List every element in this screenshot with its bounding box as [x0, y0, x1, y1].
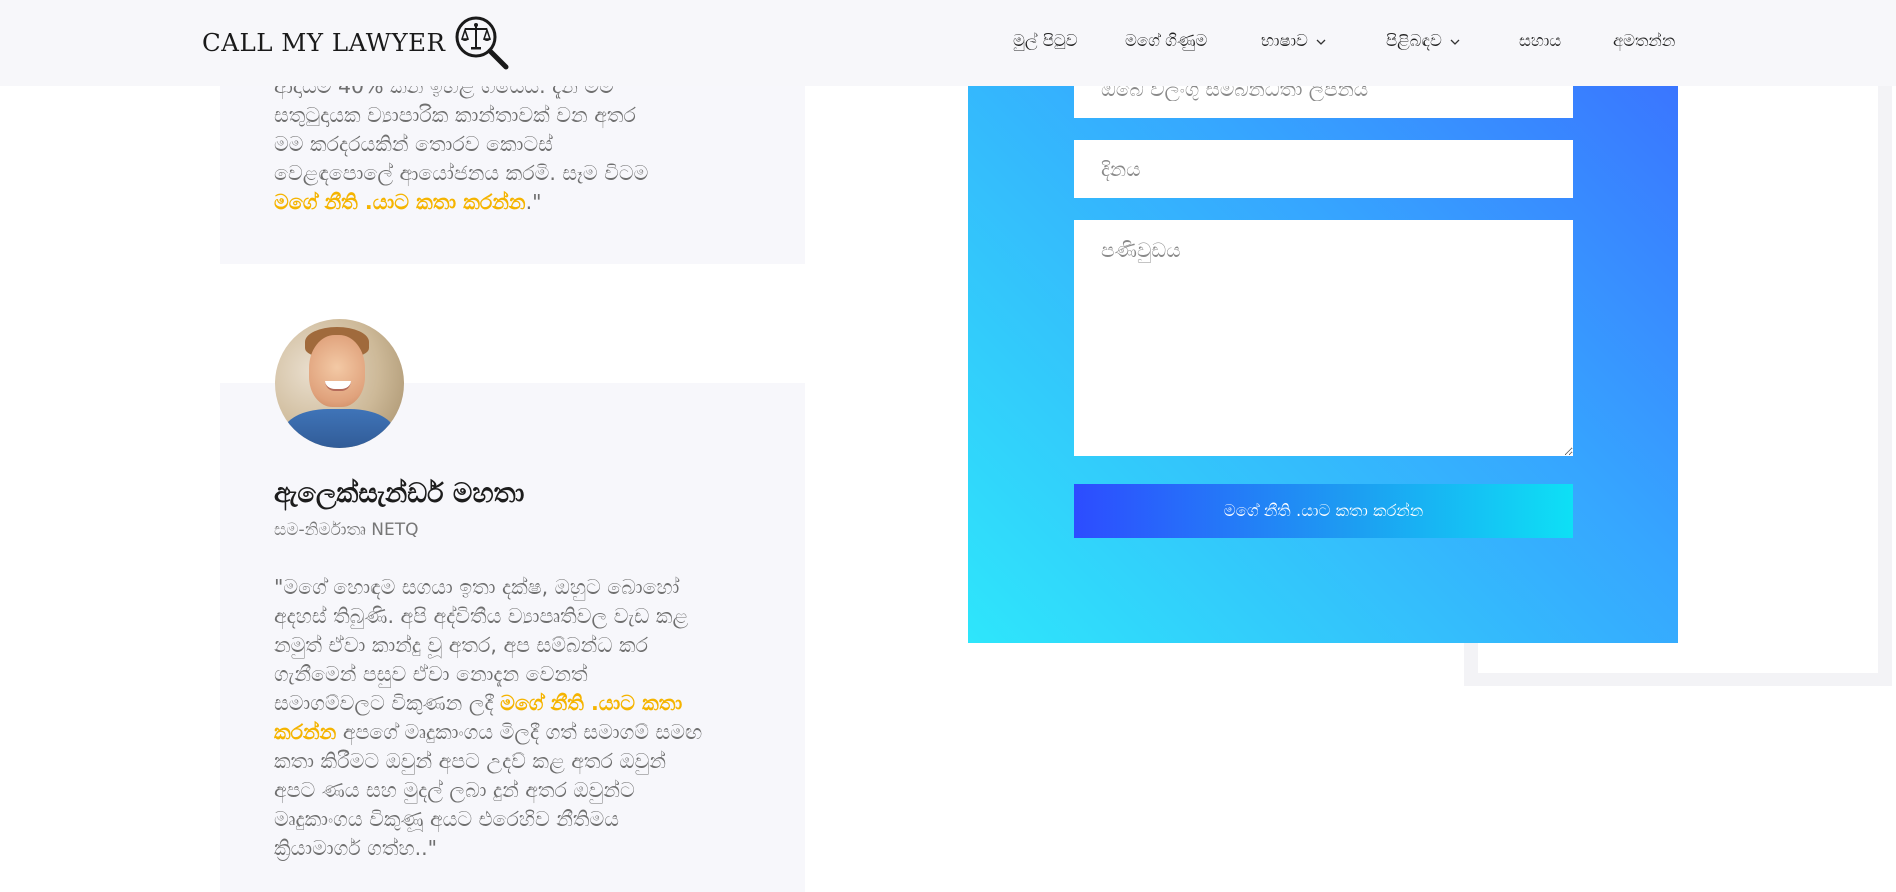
testimonial-text: "මගේ හොඳම සගයා ඉතා දක්ෂ, ඔහුට බොහෝ අදහස්…: [274, 573, 704, 863]
chevron-down-icon: [1450, 39, 1460, 45]
talk-to-lawyer-link[interactable]: මගේ නීති .යාට කතා කරන්න: [274, 190, 526, 214]
testimonial-line: මම කරදරයකින් තොරව කොටස්: [274, 132, 553, 156]
site-header: CALL MY LAWYER මුල් පිටුව මගේ ගිණුම භාෂා…: [0, 0, 1896, 86]
page: ආදායම 40% කින් ඉහළ ගියේය. දැන් මම සතුටුද…: [0, 0, 1896, 892]
chevron-down-icon: [1316, 39, 1326, 45]
testimonial-line: සතුටුදායක ව්‍යාපාරික කාන්තාවක් වන අතර: [274, 103, 636, 127]
testimonial-line-last: මගේ නීති .යාට කතා කරන්න.": [274, 188, 704, 217]
testimonial-text: ආදායම 40% කින් ඉහළ ගියේය. දැන් මම සතුටුද…: [274, 72, 704, 217]
submit-button[interactable]: මගේ නීති .යාට කතා කරන්න: [1074, 484, 1573, 538]
nav-label: මගේ ගිණුම: [1125, 31, 1208, 50]
nav-label: අමතන්න: [1613, 31, 1676, 50]
nav-label: සහාය: [1519, 31, 1562, 50]
quote-text-end: අපගේ මෘදුකාංගය මිලදී ගත් සමාගම් සමඟ කතා …: [274, 720, 703, 860]
testimonial-author-name: ඇලෙක්සැන්ඩර් මහතා: [274, 478, 525, 509]
message-textarea[interactable]: [1074, 220, 1573, 456]
nav-item-language[interactable]: භාෂාව: [1261, 31, 1326, 51]
testimonial-line: වෙළඳපොලේ ආයෝජනය කරමි. සෑම විටම: [274, 161, 649, 185]
date-input[interactable]: [1074, 140, 1573, 198]
nav-label: මුල් පිටුව: [1013, 31, 1078, 50]
nav-label: භාෂාව: [1261, 31, 1308, 50]
nav-item-about[interactable]: පිළිබඳව: [1386, 31, 1460, 51]
avatar: [275, 319, 404, 448]
nav-label: පිළිබඳව: [1386, 31, 1442, 50]
nav-item-contact[interactable]: අමතන්න: [1613, 31, 1675, 51]
quote-end: .": [525, 190, 542, 214]
nav-item-my-account[interactable]: මගේ ගිණුම: [1125, 31, 1207, 51]
nav-item-home[interactable]: මුල් පිටුව: [1013, 31, 1078, 51]
testimonial-author-role: සම-නිර්මාතෘ NETQ: [274, 520, 419, 540]
main-nav: මුල් පිටුව මගේ ගිණුම භාෂාව පිළිබඳව සහාය …: [0, 0, 1896, 86]
nav-item-support[interactable]: සහාය: [1519, 31, 1561, 51]
